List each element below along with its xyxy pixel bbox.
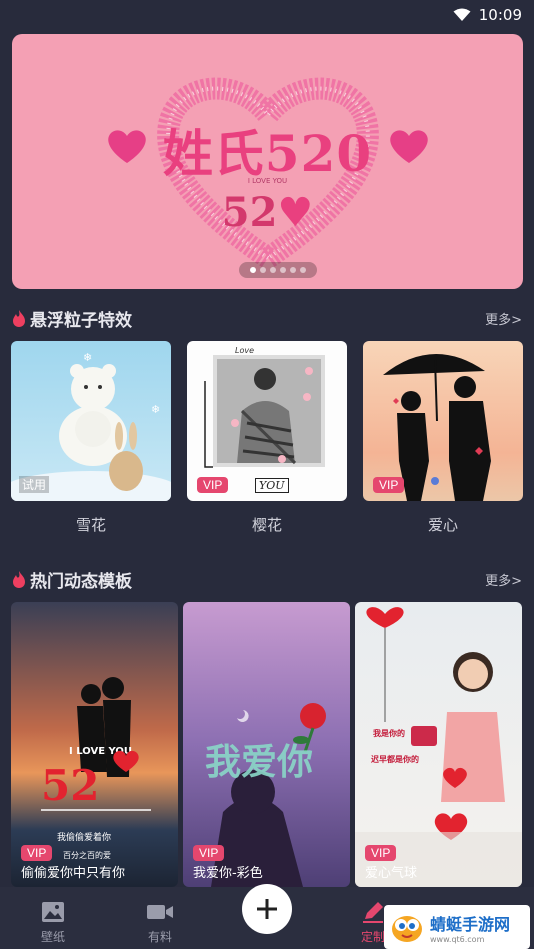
nav-label: 壁纸 [40, 930, 65, 944]
effect-label: 樱花 [251, 516, 282, 534]
template-name: 爱心气球 [365, 866, 418, 881]
template-name: 偷偷爱你中只有你 [21, 866, 126, 881]
nav-item-content[interactable]: 有料 [130, 901, 190, 945]
carousel-dot[interactable] [250, 267, 256, 273]
banner-title: 姓氏520 [162, 124, 373, 183]
more-link[interactable]: 更多> [485, 570, 522, 589]
template-card[interactable]: I LOVE YOU 52 我偷偷爱着你 百分之百的爱 VIP 偷偷爱你中只有你 [11, 602, 178, 887]
banner-subtitle: 52♥ [221, 189, 314, 236]
add-button[interactable] [242, 884, 292, 934]
carousel-dot[interactable] [300, 267, 306, 273]
vip-badge: VIP [365, 845, 397, 861]
carousel-indicator [239, 262, 317, 278]
flame-icon [13, 570, 25, 588]
effect-label: 雪花 [75, 516, 106, 534]
nav-label: 有料 [147, 930, 172, 944]
status-bar: 10:09 [0, 0, 534, 30]
template-name: 我爱你-彩色 [193, 866, 263, 881]
flame-icon [13, 309, 25, 327]
watermark-url: www.qt6.com [430, 934, 485, 944]
vip-badge: VIP [21, 845, 53, 861]
effect-card-love[interactable]: VIP [363, 341, 523, 501]
vip-badge: VIP [197, 477, 229, 493]
dragonfly-logo-icon [392, 916, 422, 942]
section-title: 热门动态模板 [12, 567, 132, 592]
overlay-text: 我是你的 [373, 728, 405, 738]
vip-badge: VIP [373, 477, 405, 493]
image-icon [42, 902, 64, 922]
template-card[interactable]: 我是你的 迟早都是你的 VIP 爱心气球 [355, 602, 522, 887]
more-link[interactable]: 更多> [485, 309, 522, 328]
pen-icon [363, 902, 383, 923]
status-time: 10:09 [478, 6, 522, 24]
overlay-text: 百分之百的爱 [63, 850, 111, 860]
watermark-text: 蜻蜓手游网 [430, 914, 511, 934]
overlay-text: 我爱你 [205, 742, 313, 783]
carousel-dot[interactable] [290, 267, 296, 273]
banner-carousel[interactable]: 姓氏520 I LOVE YOU 52♥ [12, 34, 523, 289]
wifi-icon [453, 8, 471, 21]
carousel-dot[interactable] [270, 267, 276, 273]
carousel-dot[interactable] [260, 267, 266, 273]
overlay-text: 迟早都是你的 [371, 754, 419, 764]
effect-label: 爱心 [427, 516, 458, 534]
photo-caption: YOU [255, 478, 289, 493]
trial-badge: 试用 [19, 476, 50, 493]
watermark: 蜻蜓手游网 www.qt6.com [384, 905, 530, 949]
overlay-text: 我偷偷爱着你 [57, 831, 111, 843]
carousel-dot[interactable] [280, 267, 286, 273]
nav-item-wallpaper[interactable]: 壁纸 [23, 901, 83, 945]
plus-icon [257, 899, 277, 919]
svg-text:Love: Love [235, 346, 254, 355]
banner-tagline: I LOVE YOU [247, 177, 288, 185]
svg-text:❄: ❄ [151, 403, 160, 416]
effect-card-sakura[interactable]: Love VIP YOU [187, 341, 347, 501]
effect-card-snow[interactable]: ❄ ❄ 试用 [11, 341, 171, 501]
vip-badge: VIP [193, 845, 225, 861]
svg-text:❄: ❄ [83, 351, 92, 364]
template-card[interactable]: 我爱你 VIP 我爱你-彩色 [183, 602, 350, 887]
video-icon [147, 905, 173, 919]
svg-text:52: 52 [41, 761, 99, 810]
section-title: 悬浮粒子特效 [12, 306, 132, 331]
section-header-effects: 悬浮粒子特效 更多> [12, 305, 522, 331]
section-header-templates: 热门动态模板 更多> [12, 566, 522, 592]
